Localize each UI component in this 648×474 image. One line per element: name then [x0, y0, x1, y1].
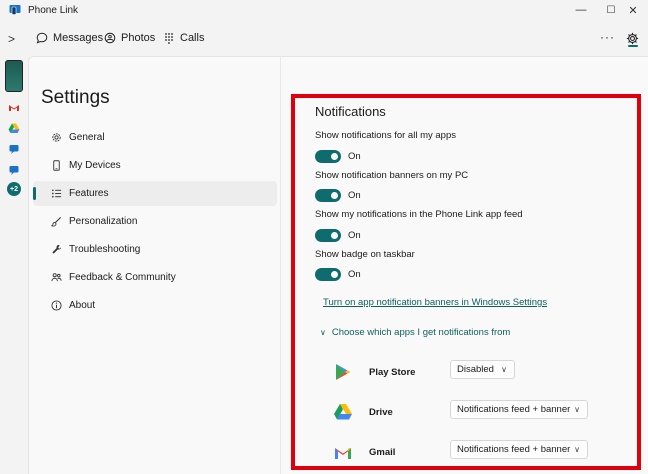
- drive-rail-icon[interactable]: [8, 122, 20, 134]
- window-title: Phone Link: [28, 5, 79, 16]
- nav-item-label: General: [69, 132, 105, 143]
- chat-icon: [36, 32, 48, 44]
- info-icon: [51, 300, 62, 311]
- tab-photos[interactable]: Photos: [104, 32, 155, 44]
- settings-active-indicator: [628, 45, 638, 47]
- nav-item-label: Personalization: [69, 216, 138, 227]
- message-rail-icon-2[interactable]: [8, 164, 20, 176]
- nav-item-general[interactable]: General: [33, 125, 277, 150]
- more-options-icon[interactable]: ···: [600, 30, 615, 44]
- phone-link-app-icon: [9, 5, 21, 15]
- tab-calls-label: Calls: [180, 32, 205, 44]
- gmail-rail-icon[interactable]: [8, 102, 20, 114]
- photos-icon: [104, 32, 116, 44]
- tab-messages-label: Messages: [53, 32, 104, 44]
- device-rail: +2: [0, 56, 28, 474]
- nav-item-my-devices[interactable]: My Devices: [33, 153, 277, 178]
- tab-bar: > Messages Photos Calls ···: [0, 24, 648, 54]
- nav-item-about[interactable]: About: [33, 293, 277, 318]
- phone-icon: [53, 160, 60, 171]
- selected-indicator: [33, 187, 36, 200]
- settings-nav-pane: Settings General My Devices Features Per…: [28, 56, 280, 474]
- nav-item-feedback-community[interactable]: Feedback & Community: [33, 265, 277, 290]
- settings-gear-icon[interactable]: [626, 32, 639, 45]
- wrench-icon: [52, 244, 62, 254]
- nav-item-features[interactable]: Features: [33, 181, 277, 206]
- expand-sidebar-icon[interactable]: >: [8, 32, 15, 46]
- title-bar: Phone Link — ☐ ✕: [0, 0, 648, 22]
- highlight-box: [291, 94, 641, 470]
- nav-item-label: My Devices: [69, 160, 121, 171]
- people-icon: [51, 273, 62, 282]
- phone-thumbnail[interactable]: [5, 60, 23, 92]
- nav-item-label: Troubleshooting: [69, 244, 141, 255]
- tab-messages[interactable]: Messages: [36, 32, 103, 44]
- tab-calls[interactable]: Calls: [163, 32, 204, 44]
- nav-item-label: Features: [69, 188, 109, 199]
- nav-item-troubleshooting[interactable]: Troubleshooting: [33, 237, 277, 262]
- list-icon: [52, 189, 62, 198]
- nav-item-personalization[interactable]: Personalization: [33, 209, 277, 234]
- gear-icon: [52, 133, 61, 142]
- nav-item-label: About: [69, 300, 96, 311]
- close-button[interactable]: ✕: [618, 0, 648, 20]
- minimize-button[interactable]: —: [566, 0, 596, 20]
- brush-icon: [51, 216, 62, 227]
- nav-item-label: Feedback & Community: [69, 272, 176, 283]
- more-apps-badge[interactable]: +2: [7, 182, 21, 196]
- settings-title: Settings: [41, 87, 110, 108]
- dialpad-icon: [165, 33, 173, 44]
- message-rail-icon-1[interactable]: [8, 143, 20, 155]
- tab-photos-label: Photos: [121, 32, 156, 44]
